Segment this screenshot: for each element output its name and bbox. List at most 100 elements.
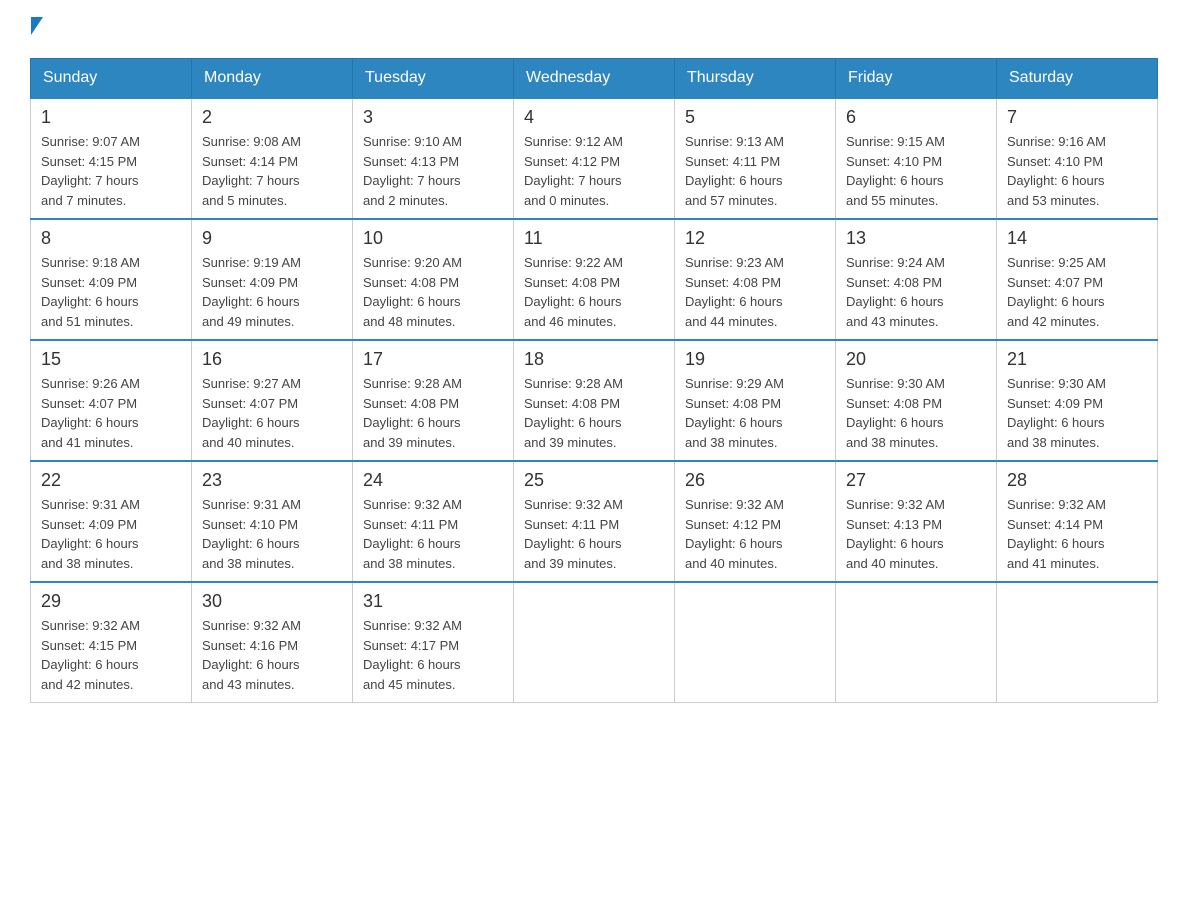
day-number: 23 [202,470,342,491]
day-info: Sunrise: 9:18 AMSunset: 4:09 PMDaylight:… [41,253,181,331]
calendar-cell: 27 Sunrise: 9:32 AMSunset: 4:13 PMDaylig… [836,461,997,582]
day-number: 19 [685,349,825,370]
day-number: 2 [202,107,342,128]
calendar-cell: 29 Sunrise: 9:32 AMSunset: 4:15 PMDaylig… [31,582,192,703]
day-number: 26 [685,470,825,491]
day-info: Sunrise: 9:16 AMSunset: 4:10 PMDaylight:… [1007,132,1147,210]
day-info: Sunrise: 9:32 AMSunset: 4:15 PMDaylight:… [41,616,181,694]
calendar-cell: 5 Sunrise: 9:13 AMSunset: 4:11 PMDayligh… [675,98,836,219]
logo-triangle-icon [30,20,43,38]
calendar-cell: 26 Sunrise: 9:32 AMSunset: 4:12 PMDaylig… [675,461,836,582]
calendar-cell: 18 Sunrise: 9:28 AMSunset: 4:08 PMDaylig… [514,340,675,461]
calendar-cell: 30 Sunrise: 9:32 AMSunset: 4:16 PMDaylig… [192,582,353,703]
calendar-cell [836,582,997,703]
calendar-cell: 19 Sunrise: 9:29 AMSunset: 4:08 PMDaylig… [675,340,836,461]
day-info: Sunrise: 9:22 AMSunset: 4:08 PMDaylight:… [524,253,664,331]
calendar-cell: 23 Sunrise: 9:31 AMSunset: 4:10 PMDaylig… [192,461,353,582]
column-header-tuesday: Tuesday [353,59,514,99]
day-number: 21 [1007,349,1147,370]
day-number: 8 [41,228,181,249]
day-info: Sunrise: 9:32 AMSunset: 4:17 PMDaylight:… [363,616,503,694]
calendar-cell: 1 Sunrise: 9:07 AMSunset: 4:15 PMDayligh… [31,98,192,219]
day-info: Sunrise: 9:32 AMSunset: 4:11 PMDaylight:… [363,495,503,573]
page-header [30,20,1158,38]
calendar-cell: 20 Sunrise: 9:30 AMSunset: 4:08 PMDaylig… [836,340,997,461]
calendar-cell: 10 Sunrise: 9:20 AMSunset: 4:08 PMDaylig… [353,219,514,340]
calendar-cell [997,582,1158,703]
calendar-cell: 2 Sunrise: 9:08 AMSunset: 4:14 PMDayligh… [192,98,353,219]
day-number: 12 [685,228,825,249]
calendar-cell: 7 Sunrise: 9:16 AMSunset: 4:10 PMDayligh… [997,98,1158,219]
day-number: 13 [846,228,986,249]
day-number: 4 [524,107,664,128]
calendar-cell: 13 Sunrise: 9:24 AMSunset: 4:08 PMDaylig… [836,219,997,340]
calendar-cell: 9 Sunrise: 9:19 AMSunset: 4:09 PMDayligh… [192,219,353,340]
day-info: Sunrise: 9:32 AMSunset: 4:16 PMDaylight:… [202,616,342,694]
day-number: 22 [41,470,181,491]
day-info: Sunrise: 9:19 AMSunset: 4:09 PMDaylight:… [202,253,342,331]
calendar-cell: 17 Sunrise: 9:28 AMSunset: 4:08 PMDaylig… [353,340,514,461]
day-number: 9 [202,228,342,249]
day-number: 16 [202,349,342,370]
day-number: 1 [41,107,181,128]
day-info: Sunrise: 9:31 AMSunset: 4:09 PMDaylight:… [41,495,181,573]
calendar-cell: 3 Sunrise: 9:10 AMSunset: 4:13 PMDayligh… [353,98,514,219]
day-info: Sunrise: 9:13 AMSunset: 4:11 PMDaylight:… [685,132,825,210]
day-info: Sunrise: 9:32 AMSunset: 4:12 PMDaylight:… [685,495,825,573]
column-header-wednesday: Wednesday [514,59,675,99]
calendar-week-row: 22 Sunrise: 9:31 AMSunset: 4:09 PMDaylig… [31,461,1158,582]
day-number: 31 [363,591,503,612]
calendar-cell: 12 Sunrise: 9:23 AMSunset: 4:08 PMDaylig… [675,219,836,340]
calendar-cell: 22 Sunrise: 9:31 AMSunset: 4:09 PMDaylig… [31,461,192,582]
day-number: 18 [524,349,664,370]
calendar-cell: 4 Sunrise: 9:12 AMSunset: 4:12 PMDayligh… [514,98,675,219]
calendar-week-row: 8 Sunrise: 9:18 AMSunset: 4:09 PMDayligh… [31,219,1158,340]
day-info: Sunrise: 9:30 AMSunset: 4:09 PMDaylight:… [1007,374,1147,452]
day-number: 11 [524,228,664,249]
column-header-sunday: Sunday [31,59,192,99]
calendar-cell: 28 Sunrise: 9:32 AMSunset: 4:14 PMDaylig… [997,461,1158,582]
day-info: Sunrise: 9:31 AMSunset: 4:10 PMDaylight:… [202,495,342,573]
calendar-cell: 15 Sunrise: 9:26 AMSunset: 4:07 PMDaylig… [31,340,192,461]
day-info: Sunrise: 9:15 AMSunset: 4:10 PMDaylight:… [846,132,986,210]
day-number: 24 [363,470,503,491]
day-info: Sunrise: 9:28 AMSunset: 4:08 PMDaylight:… [524,374,664,452]
day-info: Sunrise: 9:29 AMSunset: 4:08 PMDaylight:… [685,374,825,452]
day-number: 17 [363,349,503,370]
day-number: 5 [685,107,825,128]
day-number: 3 [363,107,503,128]
day-number: 10 [363,228,503,249]
calendar-week-row: 29 Sunrise: 9:32 AMSunset: 4:15 PMDaylig… [31,582,1158,703]
day-number: 25 [524,470,664,491]
day-info: Sunrise: 9:27 AMSunset: 4:07 PMDaylight:… [202,374,342,452]
day-info: Sunrise: 9:30 AMSunset: 4:08 PMDaylight:… [846,374,986,452]
calendar-cell: 6 Sunrise: 9:15 AMSunset: 4:10 PMDayligh… [836,98,997,219]
logo [30,20,43,38]
day-info: Sunrise: 9:32 AMSunset: 4:11 PMDaylight:… [524,495,664,573]
calendar-cell: 8 Sunrise: 9:18 AMSunset: 4:09 PMDayligh… [31,219,192,340]
day-info: Sunrise: 9:28 AMSunset: 4:08 PMDaylight:… [363,374,503,452]
calendar-cell: 14 Sunrise: 9:25 AMSunset: 4:07 PMDaylig… [997,219,1158,340]
day-info: Sunrise: 9:20 AMSunset: 4:08 PMDaylight:… [363,253,503,331]
column-header-thursday: Thursday [675,59,836,99]
calendar-cell: 11 Sunrise: 9:22 AMSunset: 4:08 PMDaylig… [514,219,675,340]
day-info: Sunrise: 9:32 AMSunset: 4:13 PMDaylight:… [846,495,986,573]
day-info: Sunrise: 9:08 AMSunset: 4:14 PMDaylight:… [202,132,342,210]
calendar-cell: 24 Sunrise: 9:32 AMSunset: 4:11 PMDaylig… [353,461,514,582]
day-info: Sunrise: 9:12 AMSunset: 4:12 PMDaylight:… [524,132,664,210]
day-number: 15 [41,349,181,370]
calendar-cell: 16 Sunrise: 9:27 AMSunset: 4:07 PMDaylig… [192,340,353,461]
day-number: 29 [41,591,181,612]
day-number: 6 [846,107,986,128]
calendar-cell: 25 Sunrise: 9:32 AMSunset: 4:11 PMDaylig… [514,461,675,582]
calendar-week-row: 1 Sunrise: 9:07 AMSunset: 4:15 PMDayligh… [31,98,1158,219]
day-info: Sunrise: 9:26 AMSunset: 4:07 PMDaylight:… [41,374,181,452]
day-info: Sunrise: 9:32 AMSunset: 4:14 PMDaylight:… [1007,495,1147,573]
calendar-header-row: SundayMondayTuesdayWednesdayThursdayFrid… [31,59,1158,99]
calendar-cell: 31 Sunrise: 9:32 AMSunset: 4:17 PMDaylig… [353,582,514,703]
day-info: Sunrise: 9:25 AMSunset: 4:07 PMDaylight:… [1007,253,1147,331]
calendar-week-row: 15 Sunrise: 9:26 AMSunset: 4:07 PMDaylig… [31,340,1158,461]
day-number: 28 [1007,470,1147,491]
calendar-cell [675,582,836,703]
day-number: 27 [846,470,986,491]
